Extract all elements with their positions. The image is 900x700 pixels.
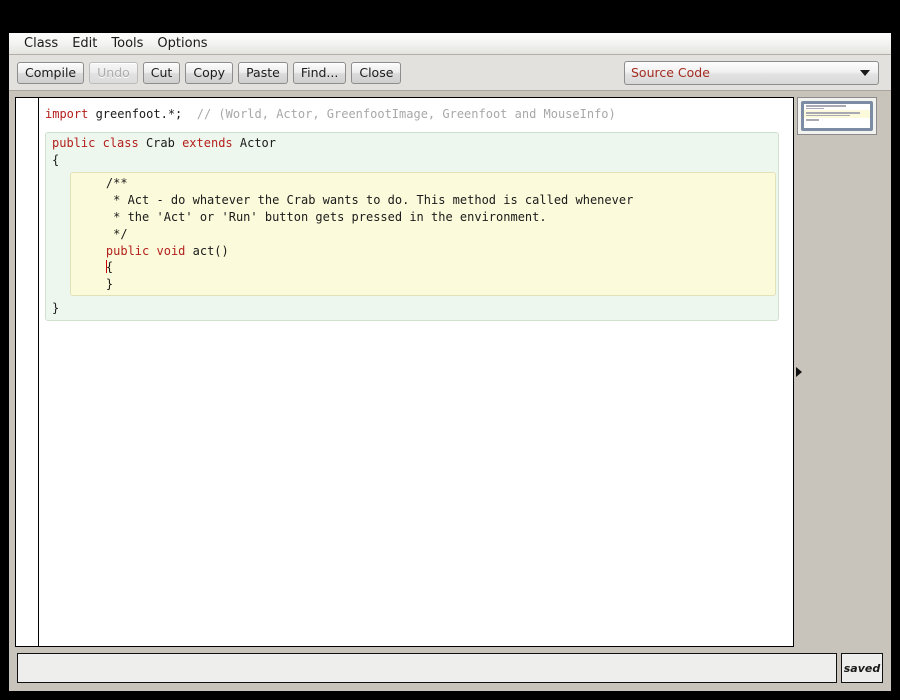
- toolbar: Compile Undo Cut Copy Paste Find... Clos…: [9, 55, 891, 91]
- class-extends-keyword: extends: [182, 136, 233, 150]
- minimap-line: [806, 105, 846, 107]
- side-panel: [804, 97, 885, 647]
- status-message-field: [17, 653, 837, 683]
- import-keyword: import: [45, 107, 88, 121]
- class-class-keyword: class: [103, 136, 139, 150]
- view-mode-select[interactable]: Source Code: [624, 61, 879, 85]
- compile-button[interactable]: Compile: [17, 62, 84, 84]
- menu-item-edit[interactable]: Edit: [65, 35, 104, 53]
- class-open-brace: {: [46, 152, 778, 169]
- class-block: public class Crab extends Actor { /** * …: [45, 132, 779, 321]
- menu-bar: Class Edit Tools Options: [9, 33, 891, 55]
- code-minimap[interactable]: [797, 97, 877, 135]
- copy-button[interactable]: Copy: [185, 62, 233, 84]
- javadoc-line-1: /**: [71, 175, 775, 192]
- class-signature-line: public class Crab extends Actor: [46, 135, 778, 152]
- method-open-brace: {: [106, 260, 113, 274]
- paste-button[interactable]: Paste: [238, 62, 288, 84]
- minimap-viewport[interactable]: [801, 101, 873, 131]
- source-editor[interactable]: import greenfoot.*; // (World, Actor, Gr…: [15, 97, 794, 647]
- javadoc-line-2: * Act - do whatever the Crab wants to do…: [71, 192, 775, 209]
- menu-item-options[interactable]: Options: [150, 35, 214, 53]
- method-public-keyword: public: [106, 244, 149, 258]
- method-name: act(): [185, 244, 228, 258]
- minimap-method-block: [804, 110, 870, 118]
- method-void-keyword: void: [157, 244, 186, 258]
- status-bar: saved: [9, 647, 891, 691]
- close-button[interactable]: Close: [351, 62, 401, 84]
- find-button[interactable]: Find...: [293, 62, 347, 84]
- editor-divider: [794, 97, 804, 647]
- javadoc-line-3: * the 'Act' or 'Run' button gets pressed…: [71, 209, 775, 226]
- javadoc-line-4: */: [71, 226, 775, 243]
- class-close-brace: }: [46, 300, 778, 317]
- method-signature-line: public void act(): [71, 243, 775, 260]
- collapse-arrow-icon[interactable]: [796, 367, 802, 377]
- editor-body: import greenfoot.*; // (World, Actor, Gr…: [9, 91, 891, 647]
- class-superclass: Actor: [233, 136, 276, 150]
- import-comment: // (World, Actor, GreenfootImage, Greenf…: [182, 107, 615, 121]
- editor-window: Class Edit Tools Options Compile Undo Cu…: [8, 32, 892, 692]
- import-line: import greenfoot.*; // (World, Actor, Gr…: [39, 106, 793, 123]
- chevron-down-icon: [860, 70, 870, 76]
- class-public-keyword: public: [52, 136, 95, 150]
- side-panel-blank: [804, 135, 885, 647]
- cut-button[interactable]: Cut: [143, 62, 181, 84]
- minimap-line: [806, 115, 850, 117]
- minimap-line: [806, 108, 824, 110]
- class-name: Crab: [139, 136, 182, 150]
- view-mode-select-label: Source Code: [631, 65, 860, 81]
- menu-item-class[interactable]: Class: [17, 35, 65, 53]
- import-statement: greenfoot.*;: [88, 107, 182, 121]
- method-block: /** * Act - do whatever the Crab wants t…: [70, 172, 776, 296]
- minimap-line: [806, 119, 819, 121]
- editor-gutter: [16, 98, 39, 646]
- method-close-brace: }: [71, 276, 775, 293]
- menu-item-tools[interactable]: Tools: [104, 35, 150, 53]
- minimap-line: [806, 112, 860, 114]
- method-open-brace-line: {: [71, 259, 775, 276]
- code-area[interactable]: import greenfoot.*; // (World, Actor, Gr…: [39, 98, 793, 646]
- saved-status-badge: saved: [841, 653, 883, 683]
- undo-button: Undo: [89, 62, 138, 84]
